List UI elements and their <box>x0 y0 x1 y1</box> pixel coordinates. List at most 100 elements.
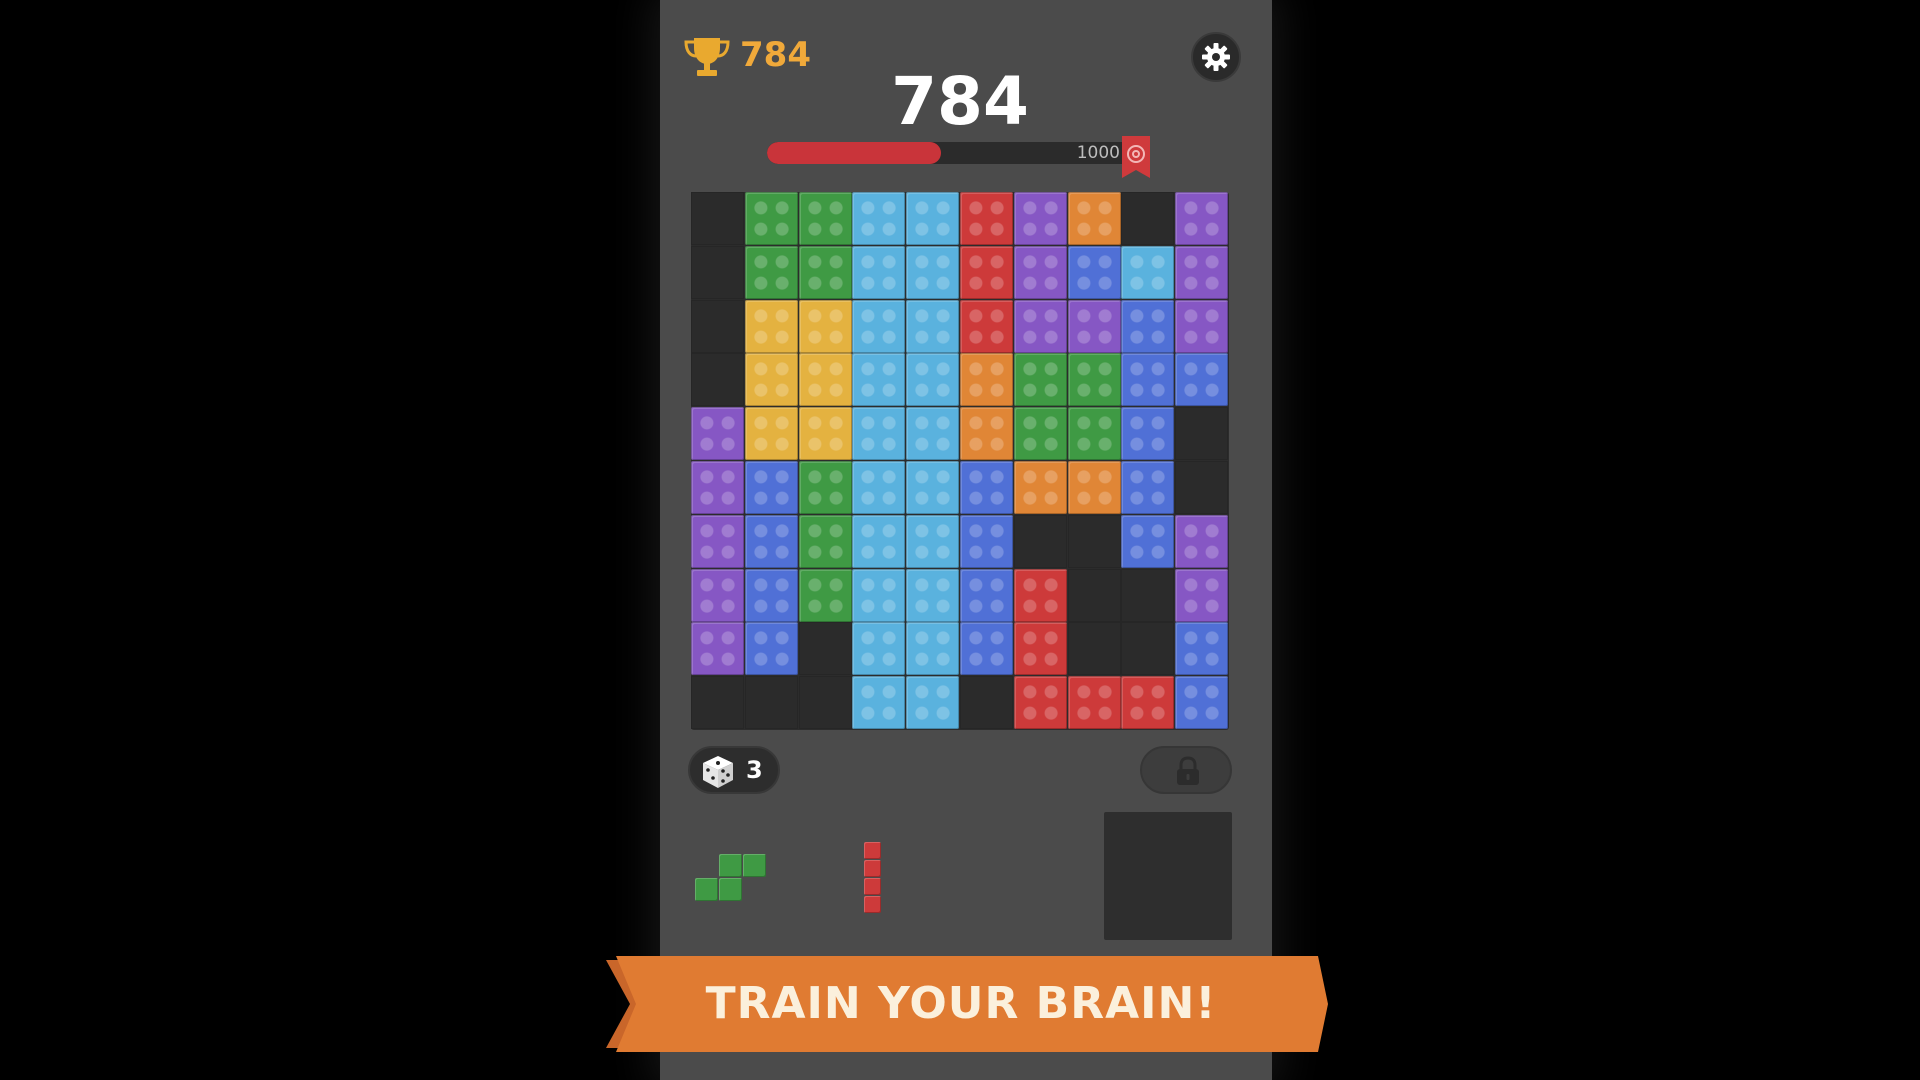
board-block <box>1175 622 1229 676</box>
board-block <box>960 299 1013 353</box>
dice-icon <box>703 756 733 788</box>
board-block <box>1175 568 1229 622</box>
game-board[interactable] <box>691 192 1229 730</box>
board-block <box>1175 192 1229 245</box>
board-block <box>691 568 744 622</box>
board-block <box>1121 461 1175 514</box>
board-block <box>852 192 906 245</box>
gear-icon <box>1202 43 1230 71</box>
board-block <box>691 622 744 676</box>
board-block <box>1067 407 1121 461</box>
board-cell-empty <box>744 676 798 730</box>
board-block <box>798 353 852 407</box>
board-cell-empty <box>1013 514 1067 568</box>
board-block <box>960 353 1013 407</box>
board-block <box>906 299 960 353</box>
hold-slot[interactable] <box>1104 812 1232 940</box>
board-block <box>744 353 798 407</box>
board-block <box>691 461 744 514</box>
trophy-icon <box>684 38 730 76</box>
board-block <box>1013 245 1067 299</box>
board-block <box>744 192 798 245</box>
board-block <box>906 568 960 622</box>
board-block <box>744 299 798 353</box>
board-block <box>744 461 798 514</box>
board-block <box>906 676 960 730</box>
board-cell-empty <box>1067 568 1121 622</box>
board-block <box>852 407 906 461</box>
board-block <box>1013 353 1067 407</box>
board-block <box>1067 245 1121 299</box>
board-block <box>1175 245 1229 299</box>
board-block <box>1013 407 1067 461</box>
board-block <box>1013 461 1067 514</box>
board-block <box>1175 299 1229 353</box>
board-cell-empty <box>1067 622 1121 676</box>
board-block <box>798 461 852 514</box>
board-block <box>852 299 906 353</box>
board-block <box>1067 353 1121 407</box>
board-cell-empty <box>1067 514 1121 568</box>
board-block <box>906 622 960 676</box>
settings-button[interactable] <box>1191 32 1241 82</box>
board-block <box>1013 622 1067 676</box>
dice-powerup-button[interactable]: 3 <box>688 746 780 794</box>
board-cell-empty <box>691 299 744 353</box>
board-block <box>906 192 960 245</box>
board-block <box>906 407 960 461</box>
board-block <box>960 622 1013 676</box>
board-block <box>1067 461 1121 514</box>
board-cell-empty <box>691 676 744 730</box>
board-block <box>1175 676 1229 730</box>
board-cell-empty <box>960 676 1013 730</box>
board-cell-empty <box>1175 407 1229 461</box>
red-i-piece[interactable] <box>864 842 881 859</box>
board-block <box>960 568 1013 622</box>
board-cell-empty <box>691 192 744 245</box>
board-cell-empty <box>691 353 744 407</box>
board-block <box>1013 568 1067 622</box>
board-block <box>1121 407 1175 461</box>
lock-powerup-button[interactable] <box>1140 746 1232 794</box>
board-block <box>906 514 960 568</box>
score-progress-fill <box>767 142 941 164</box>
board-block <box>691 514 744 568</box>
banner-text: TRAIN YOUR BRAIN! <box>705 978 1217 1029</box>
target-flag-icon <box>1122 136 1150 178</box>
board-block <box>798 514 852 568</box>
board-block <box>1121 353 1175 407</box>
red-i-piece[interactable] <box>864 896 881 913</box>
red-i-piece[interactable] <box>864 878 881 895</box>
board-block <box>852 353 906 407</box>
board-block <box>744 245 798 299</box>
green-s-piece[interactable] <box>719 854 742 877</box>
board-block <box>798 192 852 245</box>
board-block <box>960 461 1013 514</box>
board-block <box>906 461 960 514</box>
board-cell-empty <box>1121 568 1175 622</box>
board-block <box>1067 299 1121 353</box>
board-block <box>852 245 906 299</box>
green-s-piece[interactable] <box>743 854 766 877</box>
board-block <box>798 245 852 299</box>
green-s-piece[interactable] <box>695 878 718 901</box>
board-cell-empty <box>798 622 852 676</box>
board-block <box>1121 676 1175 730</box>
board-block <box>1121 299 1175 353</box>
dice-count: 3 <box>746 756 763 784</box>
board-block <box>852 622 906 676</box>
board-block <box>960 192 1013 245</box>
board-cell-empty <box>1121 192 1175 245</box>
board-block <box>1121 514 1175 568</box>
board-block <box>1013 192 1067 245</box>
board-block <box>960 245 1013 299</box>
board-block <box>744 568 798 622</box>
board-block <box>1067 676 1121 730</box>
board-cell-empty <box>798 676 852 730</box>
board-block <box>852 514 906 568</box>
board-block <box>744 514 798 568</box>
board-block <box>852 568 906 622</box>
board-block <box>798 568 852 622</box>
green-s-piece[interactable] <box>719 878 742 901</box>
red-i-piece[interactable] <box>864 860 881 877</box>
